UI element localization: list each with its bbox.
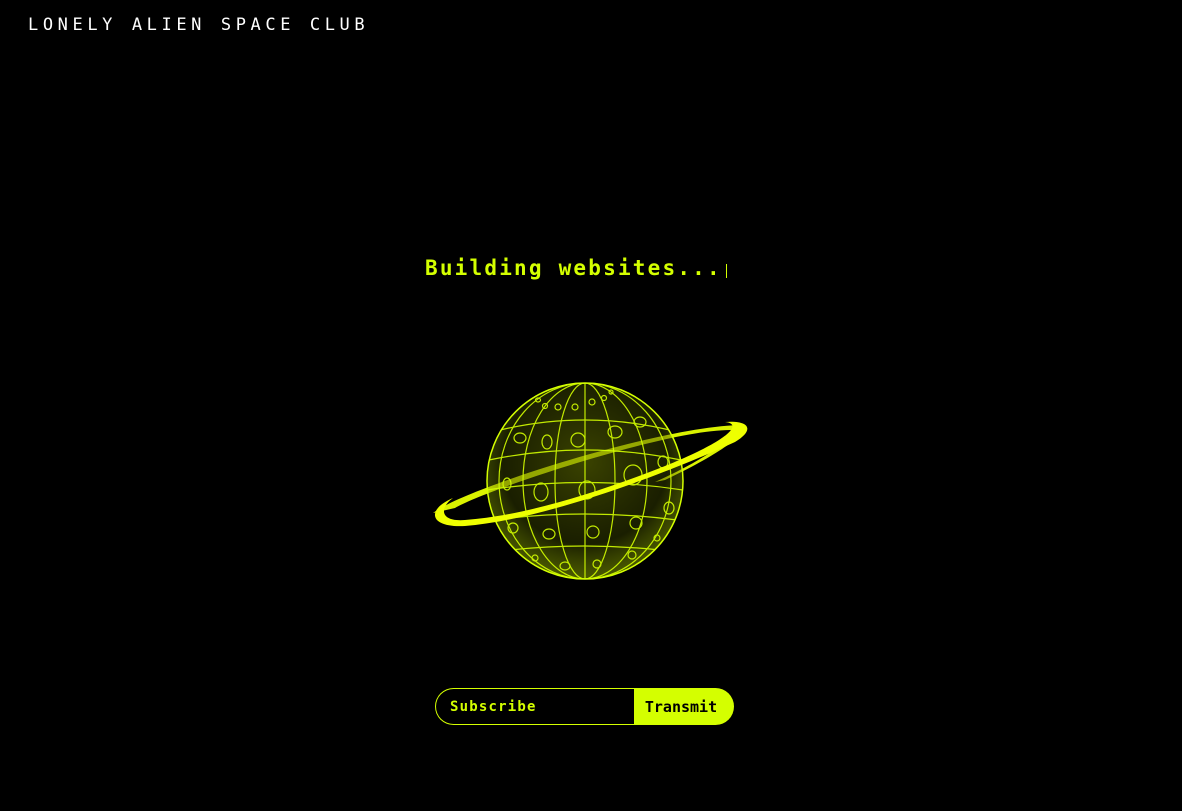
transmit-button[interactable]: Transmit [634, 688, 734, 725]
page: LONELY ALIEN SPACE CLUB Building website… [0, 0, 1182, 811]
headline: Building websites... [425, 256, 728, 280]
site-title[interactable]: LONELY ALIEN SPACE CLUB [28, 15, 369, 35]
headline-text: Building websites... [425, 256, 722, 280]
planet-illustration [425, 370, 755, 590]
ringed-planet-icon [433, 382, 748, 580]
subscribe-form: Transmit [435, 688, 734, 725]
subscribe-input[interactable] [435, 688, 634, 725]
typing-cursor [725, 264, 728, 278]
